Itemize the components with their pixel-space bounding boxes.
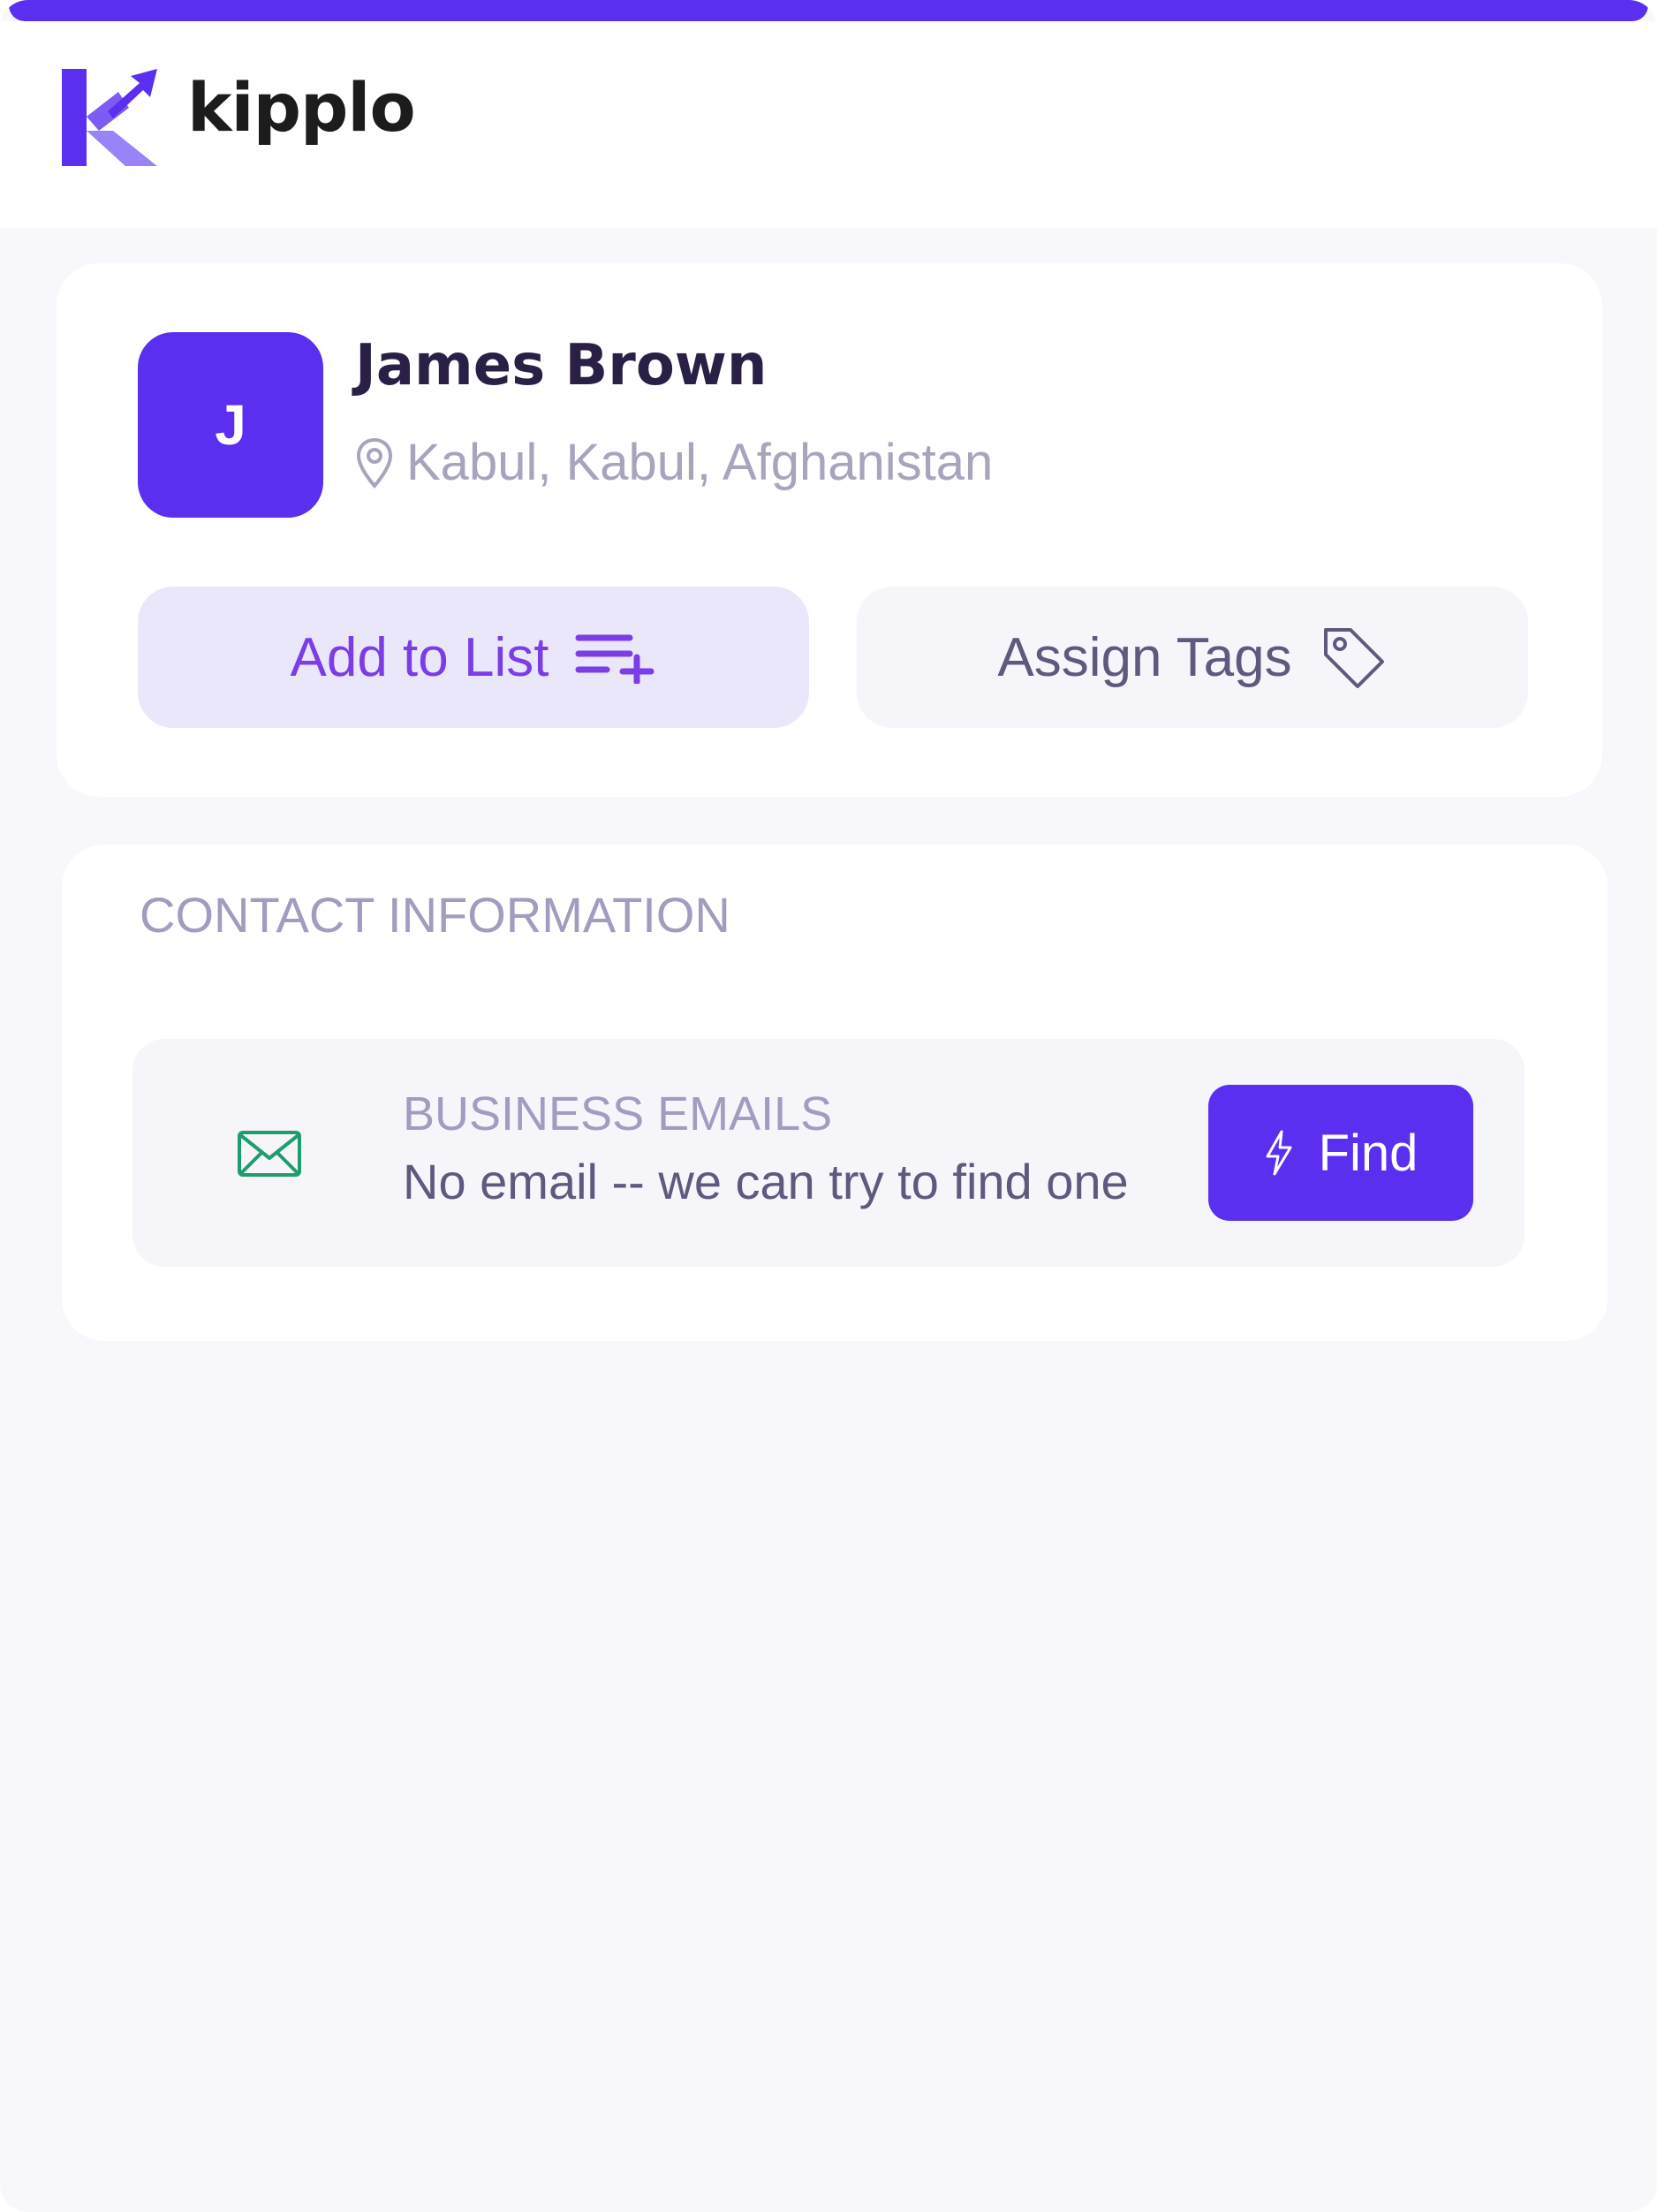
avatar: J bbox=[138, 332, 323, 518]
assign-tags-button[interactable]: Assign Tags bbox=[857, 587, 1528, 728]
lightning-icon bbox=[1266, 1130, 1292, 1176]
list-add-icon bbox=[575, 634, 654, 684]
location-text: Kabul, Kabul, Afghanistan bbox=[406, 434, 994, 491]
top-accent-bar bbox=[9, 0, 1648, 21]
contact-name: James Brown bbox=[355, 333, 768, 398]
business-emails-label: BUSINESS EMAILS bbox=[403, 1087, 833, 1140]
kipplo-logo-icon bbox=[62, 69, 157, 166]
avatar-initial: J bbox=[215, 393, 246, 457]
section-title: CONTACT INFORMATION bbox=[140, 887, 730, 943]
find-email-button[interactable]: Find bbox=[1208, 1085, 1473, 1221]
assign-tags-label: Assign Tags bbox=[997, 626, 1292, 688]
app-frame: kipplo J James Brown Kabul, Kabul, Afgha… bbox=[0, 0, 1657, 2212]
mail-icon-wrap bbox=[212, 1101, 327, 1207]
map-pin-icon bbox=[356, 437, 393, 489]
header: kipplo bbox=[0, 21, 1657, 228]
business-emails-value: No email -- we can try to find one bbox=[403, 1154, 1129, 1209]
brand-name: kipplo bbox=[187, 68, 416, 147]
add-to-list-button[interactable]: Add to List bbox=[138, 587, 809, 728]
tag-icon bbox=[1323, 628, 1384, 688]
profile-card: J James Brown Kabul, Kabul, Afghanistan … bbox=[57, 263, 1602, 797]
contact-information-card: CONTACT INFORMATION BUSINESS EMAILS No e… bbox=[62, 845, 1608, 1341]
business-emails-panel: BUSINESS EMAILS No email -- we can try t… bbox=[132, 1039, 1525, 1267]
location: Kabul, Kabul, Afghanistan bbox=[355, 436, 993, 489]
find-label: Find bbox=[1318, 1124, 1419, 1182]
add-to-list-label: Add to List bbox=[290, 626, 549, 688]
mail-icon bbox=[238, 1131, 301, 1177]
